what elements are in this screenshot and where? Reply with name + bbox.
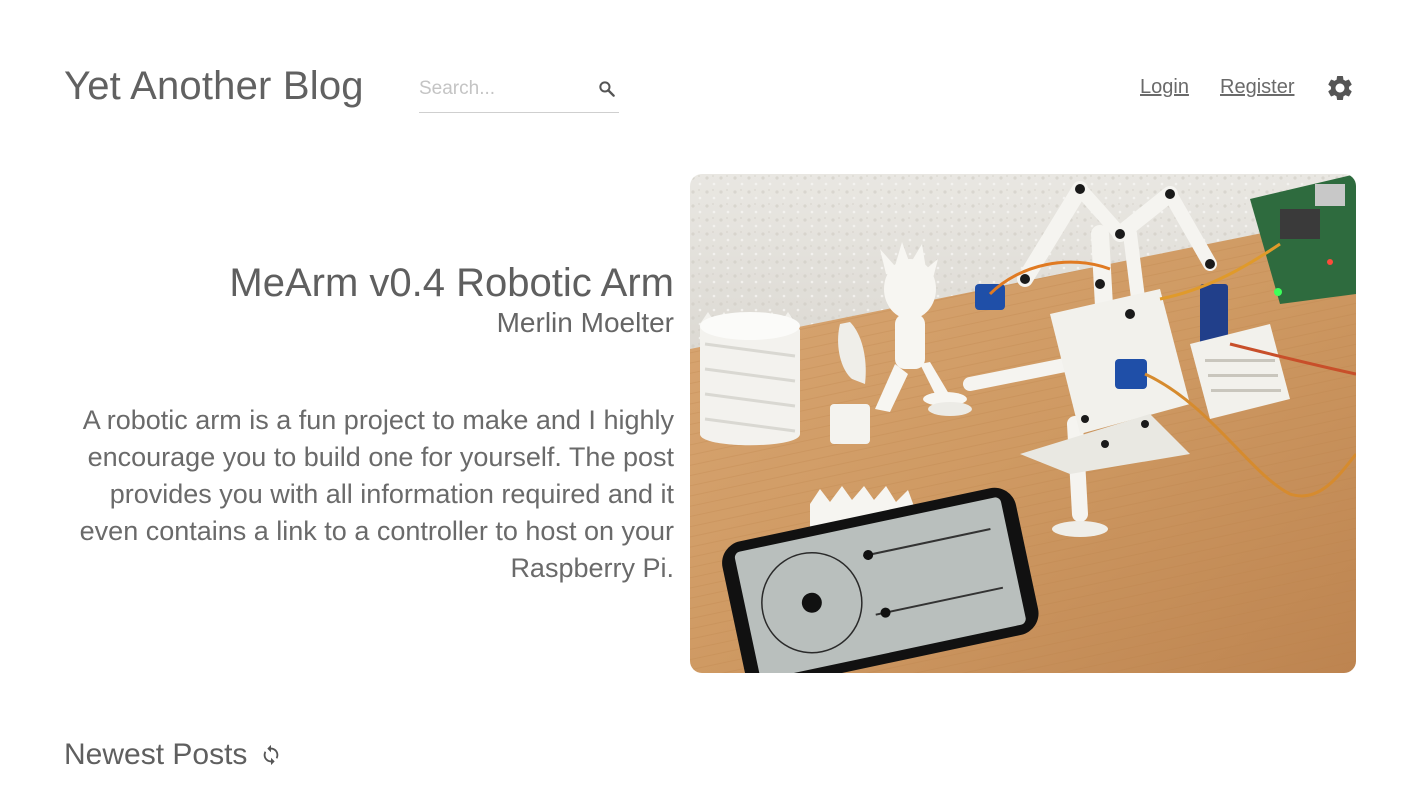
newest-posts-header: Newest Posts — [64, 738, 282, 778]
register-link[interactable]: Register — [1220, 76, 1294, 99]
featured-post: MeArm v0.4 Robotic Arm Merlin Moelter A … — [0, 170, 1422, 680]
gear-icon[interactable] — [1325, 73, 1355, 103]
search-box — [419, 70, 619, 113]
search-icon[interactable] — [597, 79, 617, 99]
refresh-icon[interactable] — [260, 744, 282, 766]
featured-post-text: MeArm v0.4 Robotic Arm Merlin Moelter A … — [60, 260, 674, 587]
post-author: Merlin Moelter — [496, 307, 674, 338]
post-image[interactable] — [690, 174, 1356, 673]
post-title[interactable]: MeArm v0.4 Robotic Arm — [60, 260, 674, 306]
site-title[interactable]: Yet Another Blog — [64, 64, 364, 109]
login-link[interactable]: Login — [1140, 76, 1189, 99]
post-excerpt: A robotic arm is a fun project to make a… — [79, 405, 674, 583]
site-header: Yet Another Blog Login Register — [0, 0, 1422, 150]
newest-posts-title: Newest Posts — [64, 738, 248, 771]
search-input[interactable] — [419, 74, 589, 104]
